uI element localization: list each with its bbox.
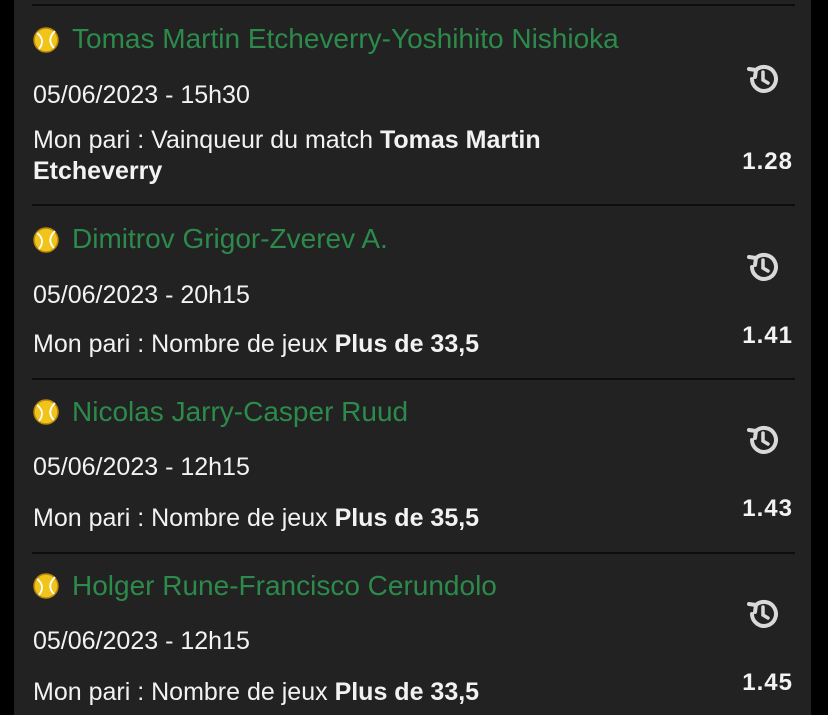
bet-description: Mon pari : Nombre de jeux Plus de 35,5 bbox=[33, 503, 553, 534]
bet-card[interactable]: Holger Rune-Francisco Cerundolo 05/06/20… bbox=[14, 554, 811, 715]
odds-value: 1.28 bbox=[742, 148, 793, 175]
tennis-ball-icon bbox=[33, 399, 59, 425]
bet-description: Mon pari : Vainqueur du match Tomas Mart… bbox=[33, 125, 553, 187]
match-datetime: 05/06/2023 - 12h15 bbox=[33, 453, 250, 481]
bet-prefix: Mon pari : bbox=[33, 126, 145, 154]
match-title[interactable]: Nicolas Jarry-Casper Ruud bbox=[72, 396, 408, 428]
match-title[interactable]: Holger Rune-Francisco Cerundolo bbox=[72, 570, 497, 602]
odds-value: 1.45 bbox=[742, 669, 793, 696]
bet-market: Vainqueur du match bbox=[151, 126, 374, 154]
bet-selection: Plus de 35,5 bbox=[334, 504, 480, 532]
bets-list: Tomas Martin Etcheverry-Yoshihito Nishio… bbox=[14, 0, 811, 715]
odds-value: 1.41 bbox=[742, 322, 793, 349]
tennis-ball-icon bbox=[33, 227, 59, 253]
bet-market: Nombre de jeux bbox=[151, 504, 328, 532]
match-datetime: 05/06/2023 - 12h15 bbox=[33, 627, 250, 655]
odds-value: 1.43 bbox=[742, 495, 793, 522]
tennis-ball-icon bbox=[33, 573, 59, 599]
bet-prefix: Mon pari : bbox=[33, 678, 145, 706]
bet-selection: Plus de 33,5 bbox=[334, 678, 480, 706]
bet-prefix: Mon pari : bbox=[33, 504, 145, 532]
history-icon[interactable] bbox=[743, 594, 783, 634]
bet-market: Nombre de jeux bbox=[151, 330, 328, 358]
bet-description: Mon pari : Nombre de jeux Plus de 33,5 bbox=[33, 329, 553, 360]
bet-card[interactable]: Nicolas Jarry-Casper Ruud 05/06/2023 - 1… bbox=[14, 380, 811, 552]
tennis-ball-icon bbox=[33, 27, 59, 53]
match-datetime: 05/06/2023 - 20h15 bbox=[33, 281, 250, 309]
bet-card[interactable]: Dimitrov Grigor-Zverev A. 05/06/2023 - 2… bbox=[14, 206, 811, 378]
match-title[interactable]: Tomas Martin Etcheverry-Yoshihito Nishio… bbox=[72, 23, 619, 55]
history-icon[interactable] bbox=[743, 59, 783, 99]
bet-prefix: Mon pari : bbox=[33, 330, 145, 358]
bet-market: Nombre de jeux bbox=[151, 678, 328, 706]
bet-selection: Plus de 33,5 bbox=[334, 330, 480, 358]
match-datetime: 05/06/2023 - 15h30 bbox=[33, 81, 250, 109]
bet-description: Mon pari : Nombre de jeux Plus de 33,5 bbox=[33, 677, 553, 708]
bet-card[interactable]: Tomas Martin Etcheverry-Yoshihito Nishio… bbox=[14, 6, 811, 185]
history-icon[interactable] bbox=[743, 420, 783, 460]
history-icon[interactable] bbox=[743, 247, 783, 287]
match-title[interactable]: Dimitrov Grigor-Zverev A. bbox=[72, 223, 388, 255]
